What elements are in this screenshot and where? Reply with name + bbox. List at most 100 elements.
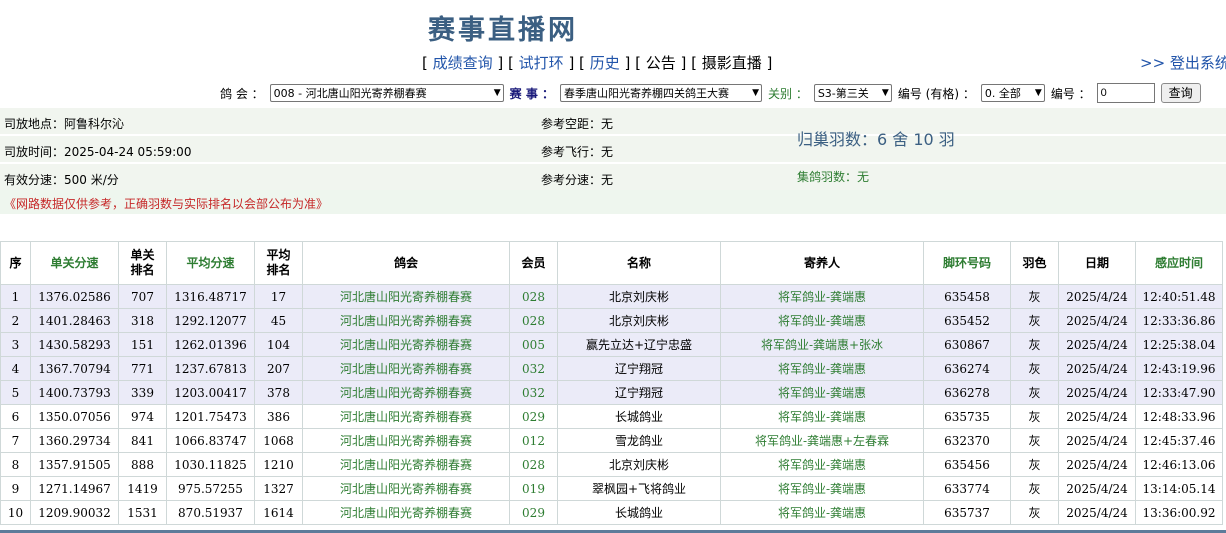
table-row[interactable]: 10 1209.90032 1531 870.51937 1614 河北唐山阳光寄养棚春赛… [0,500,1223,525]
top-nav: [ 成绩查询 ] [ 试打环 ] [ 历史 ] [ 公告 ] [ 摄影直播 ] [422,54,773,72]
stage-select[interactable]: S3-第三关 ▼ [813,84,892,102]
search-button[interactable]: 查询 [1160,83,1201,103]
effective-speed: 有效分速：500 米/分 [4,173,119,187]
cell-ring-number: 635737 [923,500,1011,525]
cell-rank: 2 [0,308,31,333]
cell-club[interactable]: 河北唐山阳光寄养棚春赛 [302,356,510,381]
cell-avg-rank: 378 [254,380,303,405]
ring-label: 编号 (有格) ： [897,86,975,101]
table-row[interactable]: 7 1360.29734 841 1066.83747 1068 河北唐山阳光寄养棚春赛 0… [0,428,1223,453]
notice-row: 《网路数据仅供参考，正确羽数与实际排名以会部公布为准》 [0,190,1226,214]
cell-avg-rank: 17 [254,284,303,309]
nav-announcement-link[interactable]: 公告 [646,54,676,72]
cell-arrival-time: 12:46:13.06 [1135,452,1223,477]
cell-member[interactable]: 029 [509,500,558,525]
table-row[interactable]: 4 1367.70794 771 1237.67813 207 河北唐山阳光寄养棚春赛 03… [0,356,1223,381]
col-header-date[interactable]: 日期 [1058,241,1136,285]
cell-owner[interactable]: 将军鸽业-龚端惠 [720,476,924,501]
disclaimer-notice: 《网路数据仅供参考，正确羽数与实际排名以会部公布为准》 [4,197,329,211]
cell-club[interactable]: 河北唐山阳光寄养棚春赛 [302,428,510,453]
col-header-owner[interactable]: 寄养人 [720,241,924,285]
ring-select[interactable]: 0. 全部 ▼ [980,84,1045,102]
cell-member[interactable]: 028 [509,452,558,477]
cell-member[interactable]: 028 [509,308,558,333]
cell-rank: 4 [0,356,31,381]
cell-club[interactable]: 河北唐山阳光寄养棚春赛 [302,476,510,501]
table-row[interactable]: 8 1357.91505 888 1030.11825 1210 河北唐山阳光寄养棚春赛 0… [0,452,1223,477]
number-label: 编号 ： [1050,86,1091,101]
cell-owner[interactable]: 将军鸽业-龚端惠+左春霖 [720,428,924,453]
cell-color: 灰 [1010,332,1059,357]
cell-club[interactable]: 河北唐山阳光寄养棚春赛 [302,284,510,309]
table-row[interactable]: 1 1376.02586 707 1316.48717 17 河北唐山阳光寄养棚春赛 028… [0,284,1223,309]
cell-club[interactable]: 河北唐山阳光寄养棚春赛 [302,308,510,333]
nav-trial-ring-link[interactable]: 试打环 [519,54,564,72]
cell-member[interactable]: 012 [509,428,558,453]
cell-owner[interactable]: 将军鸽业-龚端惠 [720,380,924,405]
cell-member[interactable]: 032 [509,380,558,405]
cell-owner[interactable]: 将军鸽业-龚端惠 [720,308,924,333]
cell-arrival-time: 12:48:33.96 [1135,404,1223,429]
col-header-ring-number[interactable]: 脚环号码 [923,241,1011,285]
cell-ring-number: 635452 [923,308,1011,333]
nav-photo-live-link[interactable]: 摄影直播 [702,54,762,72]
table-row[interactable]: 3 1430.58293 151 1262.01396 104 河北唐山阳光寄养棚春赛 00… [0,332,1223,357]
cell-club[interactable]: 河北唐山阳光寄养棚春赛 [302,500,510,525]
cell-ring-number: 630867 [923,332,1011,357]
cell-member[interactable]: 032 [509,356,558,381]
cell-date: 2025/4/24 [1058,380,1136,405]
cell-owner[interactable]: 将军鸽业-龚端惠 [720,356,924,381]
col-header-name[interactable]: 名称 [557,241,721,285]
nav-history-link[interactable]: 历史 [590,54,620,72]
cell-avg-rank: 386 [254,404,303,429]
cell-stage-speed: 1357.91505 [30,452,119,477]
cell-avg-speed: 975.57255 [166,476,255,501]
col-header-avg-rank[interactable]: 平均 排名 [254,241,303,285]
cell-rank: 3 [0,332,31,357]
table-row[interactable]: 9 1271.14967 1419 975.57255 1327 河北唐山阳光寄养棚春赛 0… [0,476,1223,501]
reference-speed: 参考分速：无 [541,173,614,187]
cell-avg-speed: 1201.75473 [166,404,255,429]
table-row[interactable]: 5 1400.73793 339 1203.00417 378 河北唐山阳光寄养棚春赛 03… [0,380,1223,405]
col-header-stage-speed[interactable]: 单关分速 [30,241,119,285]
cell-owner[interactable]: 将军鸽业-龚端惠 [720,452,924,477]
race-select[interactable]: 春季唐山阳光寄养棚四关鸽王大赛 ▼ [560,84,762,102]
col-header-rank[interactable]: 序 [0,241,31,285]
cell-member[interactable]: 005 [509,332,558,357]
col-header-avg-speed[interactable]: 平均分速 [166,241,255,285]
cell-avg-speed: 1203.00417 [166,380,255,405]
cell-club[interactable]: 河北唐山阳光寄养棚春赛 [302,332,510,357]
table-row[interactable]: 2 1401.28463 318 1292.12077 45 河北唐山阳光寄养棚春赛 028… [0,308,1223,333]
cell-ring-number: 636274 [923,356,1011,381]
col-header-color[interactable]: 羽色 [1010,241,1059,285]
reference-flight: 参考飞行：无 [541,145,614,159]
logout-link[interactable]: >> 登出系统 [1140,52,1226,73]
cell-stage-rank: 974 [118,404,167,429]
cell-member[interactable]: 029 [509,404,558,429]
cell-club[interactable]: 河北唐山阳光寄养棚春赛 [302,404,510,429]
cell-name: 辽宁翔冠 [557,380,721,405]
number-input[interactable] [1096,83,1155,103]
cell-name: 北京刘庆彬 [557,452,721,477]
col-header-club[interactable]: 鸽会 [302,241,510,285]
cell-club[interactable]: 河北唐山阳光寄养棚春赛 [302,380,510,405]
cell-name: 翠枫园+飞将鸽业 [557,476,721,501]
cell-owner[interactable]: 将军鸽业-龚端惠 [720,500,924,525]
table-row[interactable]: 6 1350.07056 974 1201.75473 386 河北唐山阳光寄养棚春赛 02… [0,404,1223,429]
club-select[interactable]: 008 - 河北唐山阳光寄养棚春赛 ▼ [269,84,504,102]
cell-member[interactable]: 028 [509,284,558,309]
col-header-member[interactable]: 会员 [509,241,558,285]
cell-club[interactable]: 河北唐山阳光寄养棚春赛 [302,452,510,477]
cell-owner[interactable]: 将军鸽业-龚端惠+张冰 [720,332,924,357]
cell-owner[interactable]: 将军鸽业-龚端惠 [720,284,924,309]
col-header-stage-rank[interactable]: 单关 排名 [118,241,167,285]
cell-owner[interactable]: 将军鸽业-龚端惠 [720,404,924,429]
col-header-arrival-time[interactable]: 感应时间 [1135,241,1223,285]
cell-avg-speed: 1316.48717 [166,284,255,309]
cell-member[interactable]: 019 [509,476,558,501]
cell-ring-number: 635735 [923,404,1011,429]
cell-color: 灰 [1010,404,1059,429]
nav-results-link[interactable]: 成绩查询 [433,54,493,72]
cell-avg-rank: 1210 [254,452,303,477]
cell-arrival-time: 12:45:37.46 [1135,428,1223,453]
